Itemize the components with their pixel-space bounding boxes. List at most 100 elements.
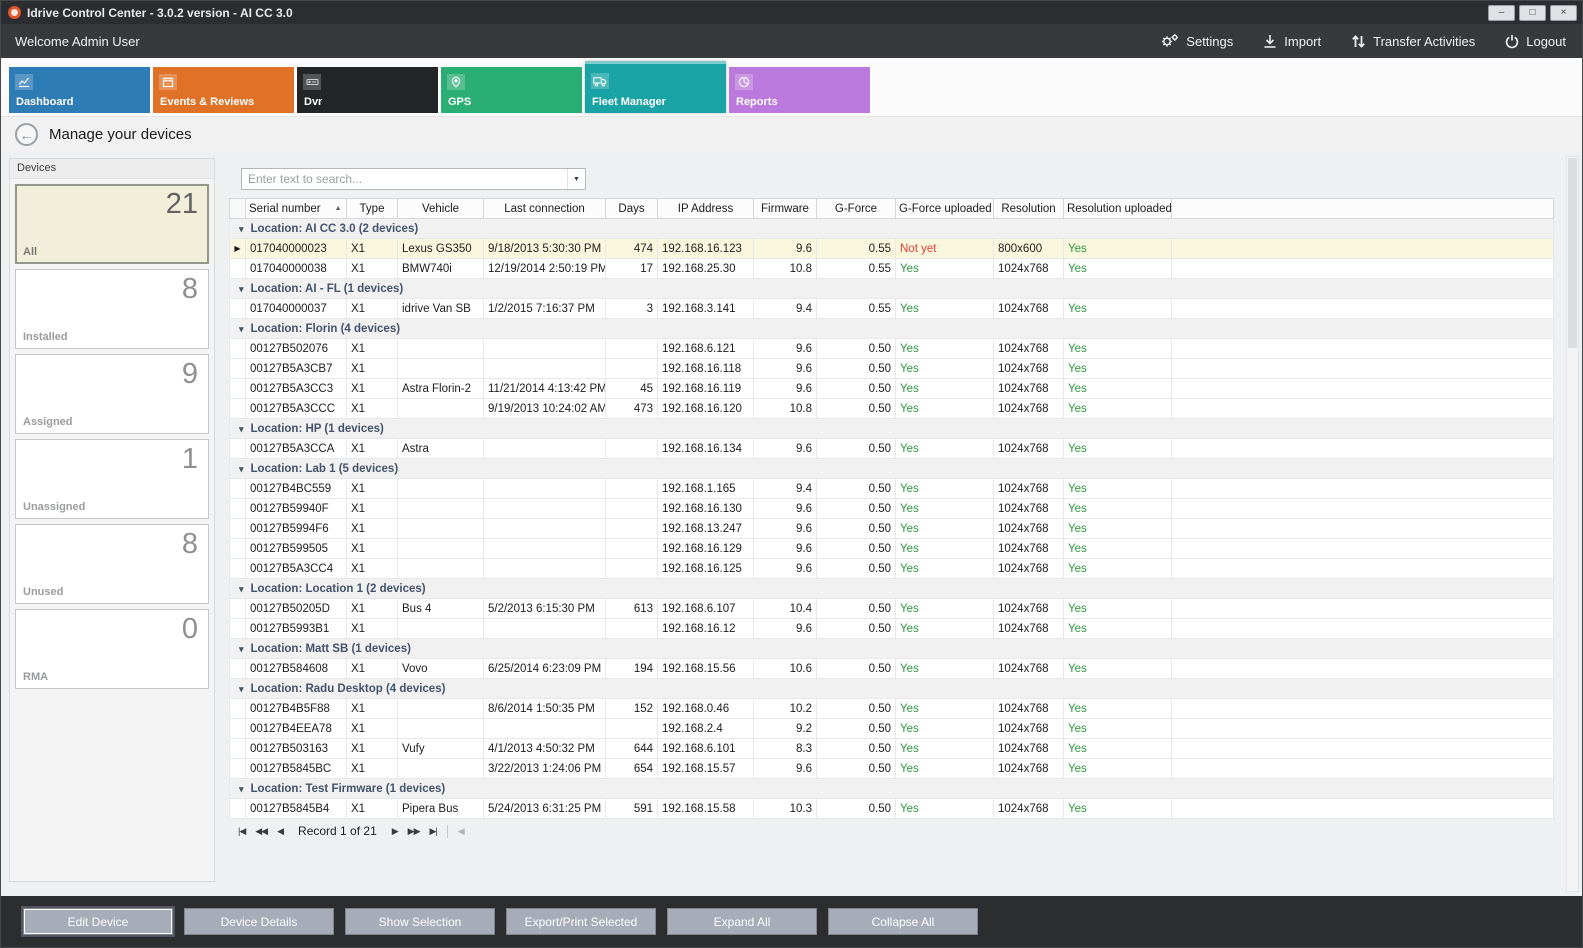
cell-ip-address[interactable]: 192.168.15.58 [658, 799, 754, 819]
cell-g-force-uploaded[interactable]: Yes [896, 599, 994, 619]
cell-g-force-uploaded[interactable]: Yes [896, 519, 994, 539]
cell-vehicle[interactable] [398, 499, 484, 519]
tab-dvr[interactable]: Dvr [297, 67, 438, 113]
cell-vehicle[interactable]: Lexus GS350 [398, 239, 484, 259]
cell-g-force[interactable]: 0.55 [817, 299, 896, 319]
cell-days[interactable]: 17 [606, 259, 658, 279]
cell-firmware[interactable]: 9.6 [754, 559, 817, 579]
cell-days[interactable] [606, 339, 658, 359]
device-row[interactable]: 00127B5A3CC4 X1 192.168.16.125 9.6 0.50 … [230, 559, 1554, 579]
cell-resolution-uploaded[interactable]: Yes [1064, 499, 1172, 519]
cell-last-connection[interactable] [484, 539, 606, 559]
cell-ip-address[interactable]: 192.168.25.30 [658, 259, 754, 279]
cell-vehicle[interactable]: Bus 4 [398, 599, 484, 619]
cell-vehicle[interactable]: Vufy [398, 739, 484, 759]
cell-ip-address[interactable]: 192.168.16.130 [658, 499, 754, 519]
cell-type[interactable]: X1 [347, 439, 398, 459]
logout-button[interactable]: Logout [1505, 34, 1566, 49]
cell-type[interactable]: X1 [347, 479, 398, 499]
cell-g-force[interactable]: 0.50 [817, 619, 896, 639]
cell-last-connection[interactable]: 5/2/2013 6:15:30 PM [484, 599, 606, 619]
cell-g-force[interactable]: 0.50 [817, 499, 896, 519]
group-row[interactable]: ▾Location: Lab 1 (5 devices) [230, 459, 1554, 479]
cell-resolution-uploaded[interactable]: Yes [1064, 619, 1172, 639]
expand-all-button[interactable]: Expand All [667, 908, 817, 935]
cell-type[interactable]: X1 [347, 359, 398, 379]
cell-vehicle[interactable] [398, 399, 484, 419]
cell-type[interactable]: X1 [347, 799, 398, 819]
cell-last-connection[interactable] [484, 519, 606, 539]
cell-g-force[interactable]: 0.50 [817, 479, 896, 499]
cell-resolution-uploaded[interactable]: Yes [1064, 259, 1172, 279]
cell-serial-number[interactable]: 00127B5994F6 [246, 519, 347, 539]
device-row[interactable]: 00127B4EEA78 X1 192.168.2.4 9.2 0.50 Yes… [230, 719, 1554, 739]
cell-serial-number[interactable]: 00127B5A3CCA [246, 439, 347, 459]
cell-firmware[interactable]: 9.6 [754, 759, 817, 779]
cell-type[interactable]: X1 [347, 719, 398, 739]
cell-resolution-uploaded[interactable]: Yes [1064, 799, 1172, 819]
cell-days[interactable] [606, 499, 658, 519]
cell-serial-number[interactable]: 00127B503163 [246, 739, 347, 759]
cell-days[interactable] [606, 479, 658, 499]
group-row[interactable]: ▾Location: Florin (4 devices) [230, 319, 1554, 339]
cell-serial-number[interactable]: 00127B5993B1 [246, 619, 347, 639]
cell-g-force-uploaded[interactable]: Yes [896, 539, 994, 559]
cell-vehicle[interactable] [398, 699, 484, 719]
column-header-serial-number[interactable]: Serial number▲ [246, 199, 347, 219]
cell-last-connection[interactable]: 9/18/2013 5:30:30 PM [484, 239, 606, 259]
cell-resolution[interactable]: 1024x768 [994, 259, 1064, 279]
device-row[interactable]: 00127B502076 X1 192.168.6.121 9.6 0.50 Y… [230, 339, 1554, 359]
column-header-days[interactable]: Days [606, 199, 658, 219]
back-button[interactable]: ← [15, 123, 38, 146]
cell-last-connection[interactable]: 5/24/2013 6:31:25 PM [484, 799, 606, 819]
export-print-selected-button[interactable]: Export/Print Selected [506, 908, 656, 935]
cell-resolution-uploaded[interactable]: Yes [1064, 399, 1172, 419]
cell-firmware[interactable]: 9.2 [754, 719, 817, 739]
cell-g-force-uploaded[interactable]: Yes [896, 719, 994, 739]
search-dropdown-button[interactable]: ▼ [567, 169, 585, 189]
device-row[interactable]: 00127B5A3CC3 X1 Astra Florin-2 11/21/201… [230, 379, 1554, 399]
cell-days[interactable] [606, 559, 658, 579]
column-header-firmware[interactable]: Firmware [754, 199, 817, 219]
cell-firmware[interactable]: 10.2 [754, 699, 817, 719]
cell-firmware[interactable]: 9.6 [754, 619, 817, 639]
cell-firmware[interactable]: 9.6 [754, 339, 817, 359]
next-record-button[interactable]: ▶ [387, 826, 403, 837]
cell-serial-number[interactable]: 00127B599505 [246, 539, 347, 559]
cell-days[interactable]: 473 [606, 399, 658, 419]
filter-card-installed[interactable]: 8 Installed [15, 269, 209, 349]
cell-type[interactable]: X1 [347, 499, 398, 519]
cell-resolution-uploaded[interactable]: Yes [1064, 239, 1172, 259]
device-row[interactable]: ▶ 017040000023 X1 Lexus GS350 9/18/2013 … [230, 239, 1554, 259]
cell-days[interactable] [606, 519, 658, 539]
cell-vehicle[interactable]: Vovo [398, 659, 484, 679]
cell-resolution[interactable]: 1024x768 [994, 539, 1064, 559]
cell-g-force-uploaded[interactable]: Yes [896, 799, 994, 819]
cell-g-force-uploaded[interactable]: Yes [896, 559, 994, 579]
tab-reports[interactable]: Reports [729, 67, 870, 113]
tab-dashboard[interactable]: Dashboard [9, 67, 150, 113]
cell-firmware[interactable]: 9.6 [754, 439, 817, 459]
cell-g-force[interactable]: 0.50 [817, 519, 896, 539]
cell-resolution-uploaded[interactable]: Yes [1064, 379, 1172, 399]
cell-vehicle[interactable] [398, 759, 484, 779]
cell-ip-address[interactable]: 192.168.16.12 [658, 619, 754, 639]
cell-last-connection[interactable] [484, 479, 606, 499]
cell-ip-address[interactable]: 192.168.6.107 [658, 599, 754, 619]
group-row[interactable]: ▾Location: Location 1 (2 devices) [230, 579, 1554, 599]
cell-type[interactable]: X1 [347, 759, 398, 779]
cell-last-connection[interactable] [484, 359, 606, 379]
cell-vehicle[interactable] [398, 539, 484, 559]
cell-ip-address[interactable]: 192.168.1.165 [658, 479, 754, 499]
cell-vehicle[interactable] [398, 719, 484, 739]
cell-type[interactable]: X1 [347, 539, 398, 559]
cell-type[interactable]: X1 [347, 559, 398, 579]
cell-resolution-uploaded[interactable]: Yes [1064, 479, 1172, 499]
device-row[interactable]: 00127B5845BC X1 3/22/2013 1:24:06 PM 654… [230, 759, 1554, 779]
cell-last-connection[interactable]: 9/19/2013 10:24:02 AM [484, 399, 606, 419]
cell-ip-address[interactable]: 192.168.16.119 [658, 379, 754, 399]
cell-vehicle[interactable]: Astra Florin-2 [398, 379, 484, 399]
cell-g-force-uploaded[interactable]: Yes [896, 399, 994, 419]
filter-card-assigned[interactable]: 9 Assigned [15, 354, 209, 434]
cell-firmware[interactable]: 10.8 [754, 259, 817, 279]
